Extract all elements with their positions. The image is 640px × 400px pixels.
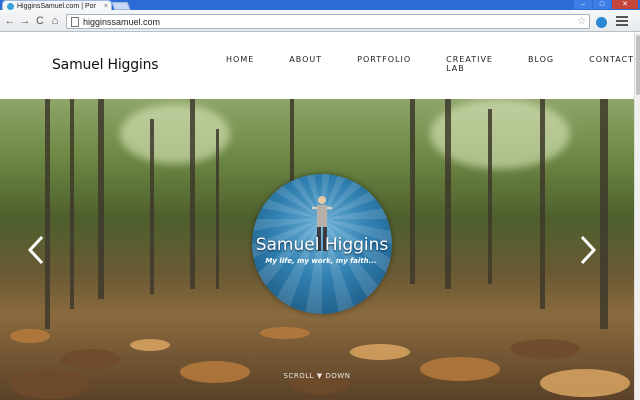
leaf	[10, 329, 50, 343]
slider-next-button[interactable]	[579, 235, 597, 265]
page-scrollbar[interactable]	[634, 33, 640, 400]
nav-creative-lab[interactable]: CREATIVE LAB	[446, 55, 493, 73]
sky-glow	[430, 99, 570, 169]
reload-button[interactable]: C	[33, 14, 47, 28]
leaf	[260, 327, 310, 339]
tree-trunk	[190, 99, 195, 289]
site-header: Samuel Higgins HOME ABOUT PORTFOLIO CREA…	[0, 33, 634, 99]
tree-trunk	[150, 119, 154, 294]
forward-button[interactable]: →	[18, 14, 32, 28]
window-controls: – □ ✕	[574, 0, 638, 10]
extension-icon[interactable]	[596, 17, 607, 28]
tree-trunk	[290, 99, 294, 189]
maximize-button[interactable]: □	[593, 0, 611, 9]
nav-contact[interactable]: CONTACT	[589, 55, 634, 73]
address-bar[interactable]: higginssamuel.com ☆	[66, 14, 590, 29]
hero-slider: Samuel Higgins My life, my work, my fait…	[0, 99, 634, 400]
slider-prev-button[interactable]	[27, 235, 45, 265]
url-text: higginssamuel.com	[83, 16, 161, 27]
tree-trunk	[70, 99, 74, 309]
back-button[interactable]: ←	[3, 14, 17, 28]
site-logo[interactable]: Samuel Higgins	[52, 57, 159, 73]
tree-trunk	[445, 99, 451, 289]
leaf	[130, 339, 170, 351]
menu-icon[interactable]	[616, 16, 628, 28]
badge-title: Samuel Higgins	[255, 235, 389, 255]
leaf	[510, 339, 580, 359]
tree-trunk	[216, 129, 219, 289]
nav-portfolio[interactable]: PORTFOLIO	[357, 55, 411, 73]
tree-trunk	[45, 99, 50, 329]
leaf	[60, 349, 120, 369]
new-tab-button[interactable]	[111, 2, 131, 10]
home-button[interactable]: ⌂	[48, 14, 62, 28]
tab-close-icon[interactable]: ×	[104, 3, 108, 10]
nav-about[interactable]: ABOUT	[289, 55, 322, 73]
close-window-button[interactable]: ✕	[612, 0, 638, 9]
bookmark-star-icon[interactable]: ☆	[577, 16, 586, 27]
scroll-down-link[interactable]: SCROLL ▼ DOWN	[0, 372, 634, 380]
browser-toolbar: ← → C ⌂ higginssamuel.com ☆	[0, 10, 640, 32]
chevron-left-icon	[27, 235, 44, 265]
nav-home[interactable]: HOME	[226, 55, 254, 73]
nav-blog[interactable]: BLOG	[528, 55, 554, 73]
tree-trunk	[410, 99, 415, 284]
tree-trunk	[540, 99, 545, 309]
profile-badge: Samuel Higgins My life, my work, my fait…	[252, 174, 392, 314]
tree-trunk	[98, 99, 104, 299]
minimize-button[interactable]: –	[574, 0, 592, 9]
tree-trunk	[600, 99, 608, 329]
scrollbar-thumb[interactable]	[636, 35, 640, 95]
main-nav: HOME ABOUT PORTFOLIO CREATIVE LAB BLOG C…	[226, 55, 634, 73]
favicon-icon	[7, 2, 14, 10]
tab-title: HigginsSamuel.com | Por	[17, 2, 96, 10]
page-icon	[71, 16, 79, 27]
leaf	[350, 344, 410, 360]
tree-trunk	[488, 109, 492, 284]
badge-tagline: My life, my work, my faith...	[265, 257, 377, 265]
sky-glow	[120, 104, 230, 164]
chevron-right-icon	[580, 235, 597, 265]
